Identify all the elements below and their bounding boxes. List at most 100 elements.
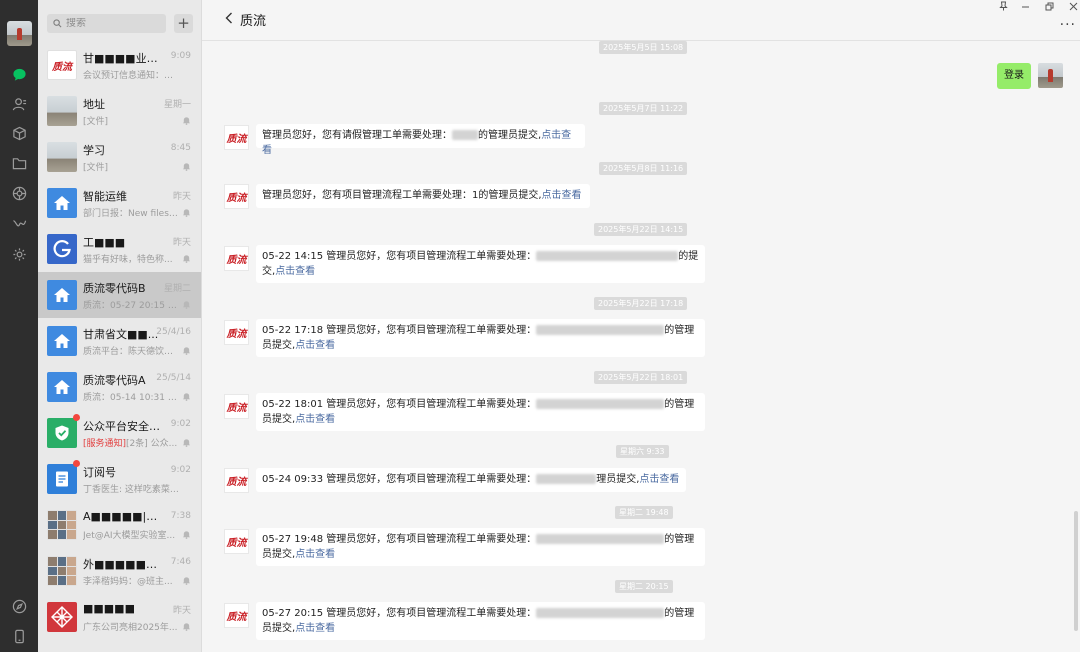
message-text: 员提交, — [262, 340, 296, 351]
session-name: ■■■■■ — [83, 602, 135, 615]
message-text: 的管理员提交, — [478, 130, 542, 141]
view-link[interactable]: 点击查看 — [295, 549, 335, 560]
discover-icon[interactable] — [11, 598, 27, 614]
session-avatar — [47, 464, 77, 494]
restore-icon[interactable] — [1042, 0, 1056, 12]
more-options-button[interactable]: ··· — [1060, 17, 1076, 33]
message-bubble[interactable]: 管理员您好，您有项目管理流程工单需要处理：1的管理员提交,点击查看 — [256, 184, 590, 208]
message-text: 的管理 — [664, 608, 695, 619]
mute-bell-icon — [182, 623, 191, 631]
session-preview: 会议预订信息通知：会... — [83, 71, 179, 81]
session-item-active[interactable]: 质流零代码B 星期二 质流：05-27 20:15 管... — [38, 272, 201, 318]
mute-bell-icon — [182, 439, 191, 447]
session-name: 质流零代码B — [83, 282, 146, 295]
session-item[interactable]: 工■■■ 昨天 猫乎有好味，特色称... — [38, 226, 201, 272]
session-item[interactable]: 质流零代码A 25/5/14 质流：05-14 10:31 管... — [38, 364, 201, 410]
session-time: 昨天 — [172, 192, 191, 202]
session-item[interactable]: 订阅号 9:02 丁香医生: 这样吃素菜,... — [38, 456, 201, 502]
sender-avatar[interactable]: 质流 — [224, 394, 249, 419]
sender-avatar[interactable]: 质流 — [224, 320, 249, 345]
view-link[interactable]: 点击查看 — [639, 474, 679, 485]
session-name: A■■■■■|■... — [83, 510, 163, 523]
add-button[interactable]: + — [174, 14, 193, 33]
close-icon[interactable] — [1066, 0, 1080, 12]
favorites-icon[interactable] — [11, 125, 27, 141]
timestamp: 星期二 20:15 — [615, 580, 673, 593]
session-avatar — [47, 188, 77, 218]
minimize-icon[interactable] — [1018, 0, 1032, 12]
message-bubble[interactable]: 管理员您好，您有请假管理工单需要处理： 的管理员提交,点击查看 — [256, 124, 585, 156]
redacted-text — [536, 399, 665, 409]
session-name: 工■■■ — [83, 236, 126, 249]
sender-avatar[interactable]: 质流 — [224, 529, 249, 554]
session-time: 星期一 — [163, 100, 191, 110]
my-avatar[interactable] — [7, 21, 32, 46]
session-preview: 质流：05-27 20:15 管... — [83, 301, 179, 311]
session-name: 质流零代码A — [83, 374, 146, 387]
sender-avatar[interactable]: 质流 — [224, 468, 249, 493]
redacted-text — [452, 130, 478, 140]
chat-icon[interactable] — [11, 66, 27, 82]
scrollbar[interactable] — [1074, 511, 1078, 631]
session-avatar — [47, 372, 77, 402]
session-time: 25/4/16 — [156, 327, 191, 337]
mute-bell-icon — [182, 301, 191, 309]
session-time: 星期二 — [163, 284, 191, 294]
pin-icon[interactable] — [996, 0, 1010, 12]
session-time: 7:38 — [170, 511, 191, 521]
session-item[interactable]: ■■■■■ 昨天 广东公司亮相2025年... — [38, 594, 201, 640]
message-bubble[interactable]: 05-27 19:48 管理员您好，您有项目管理流程工单需要处理： 的管理 员提交,… — [256, 528, 705, 566]
message-text: 05-22 17:18 管理员您好，您有项目管理流程工单需要处理： — [262, 325, 537, 336]
group-avatar — [47, 556, 77, 586]
session-time: 25/5/14 — [156, 373, 191, 383]
session-time: 8:45 — [170, 143, 191, 153]
message-bubble[interactable]: 05-22 17:18 管理员您好，您有项目管理流程工单需要处理： 的管理 员提交,… — [256, 319, 705, 357]
search-input[interactable] — [66, 18, 166, 29]
session-item[interactable]: 学习 8:45 [文件] — [38, 134, 201, 180]
sender-avatar[interactable]: 质流 — [224, 603, 249, 628]
unread-dot — [73, 460, 80, 467]
message-area: 2025年5月5日 15:08 登录 2025年5月7日 11:22 质流 管理… — [202, 41, 1080, 652]
message-bubble[interactable]: 05-24 09:33 管理员您好，您有项目管理流程工单需要处理： 理员提交,点击… — [256, 468, 686, 492]
sender-avatar[interactable]: 质流 — [224, 246, 249, 271]
session-item[interactable]: 甘肃省文■■... 25/4/16 质流平台：陈天德饮料... — [38, 318, 201, 364]
chat-title: 质流 — [240, 14, 267, 29]
session-name: 甘肃省文■■... — [83, 328, 159, 341]
session-preview: 李泽楷妈妈：@班主... — [83, 577, 173, 587]
session-time: 9:02 — [170, 465, 191, 475]
session-item[interactable]: 地址 星期一 [文件] — [38, 88, 201, 134]
message-bubble[interactable]: 05-22 18:01 管理员您好，您有项目管理流程工单需要处理： 的管理 员提交,… — [256, 393, 705, 431]
search-box[interactable] — [47, 14, 166, 33]
channels-icon[interactable] — [11, 216, 27, 232]
session-name: 地址 — [83, 98, 105, 111]
view-link[interactable]: 点击查看 — [295, 623, 335, 634]
timestamp: 2025年5月22日 17:18 — [594, 297, 688, 310]
view-link[interactable]: 点击查看 — [295, 340, 335, 351]
session-preview: 质流平台：陈天德饮料... — [83, 347, 179, 357]
message-text: 05-22 18:01 管理员您好，您有项目管理流程工单需要处理： — [262, 399, 537, 410]
back-arrow-icon[interactable] — [224, 11, 234, 25]
view-link[interactable]: 点击查看 — [295, 414, 335, 425]
session-item[interactable]: 外■■■■■■... 7:46 李泽楷妈妈：@班主... — [38, 548, 201, 594]
sender-avatar[interactable]: 质流 — [224, 125, 249, 150]
message-bubble[interactable]: 05-27 20:15 管理员您好，您有项目管理流程工单需要处理： 的管理员提交,… — [256, 602, 705, 640]
session-item[interactable]: 质流 甘■■■■业服... 9:09 会议预订信息通知：会... — [38, 42, 201, 88]
phone-icon[interactable] — [11, 628, 27, 644]
contacts-icon[interactable] — [11, 96, 27, 112]
my-message-bubble[interactable]: 登录 — [997, 63, 1031, 89]
sender-avatar[interactable]: 质流 — [224, 184, 249, 209]
session-item[interactable]: A■■■■■|■... 7:38 Jet@AI大模型实验室... — [38, 502, 201, 548]
mini-programs-icon[interactable] — [11, 246, 27, 262]
message-text: 员提交, — [262, 623, 296, 634]
message-text: 05-27 19:48 管理员您好，您有项目管理流程工单需要处理： — [262, 534, 537, 545]
view-link[interactable]: 点击查看 — [275, 266, 315, 277]
message-text: 05-27 20:15 管理员您好，您有项目管理流程工单需要处理： — [262, 608, 537, 619]
message-bubble[interactable]: 05-22 14:15 管理员您好，您有项目管理流程工单需要处理： 的提 交,点击查… — [256, 245, 705, 283]
folder-icon[interactable] — [11, 155, 27, 171]
moments-icon[interactable] — [11, 185, 27, 201]
session-preview: 部门日报：New files: 2... — [83, 209, 179, 219]
session-avatar — [47, 142, 77, 172]
session-item[interactable]: 公众平台安全助手 9:02 [服务通知][2条] 公众... — [38, 410, 201, 456]
session-item[interactable]: 智能运维 昨天 部门日报：New files: 2... — [38, 180, 201, 226]
view-link[interactable]: 点击查看 — [542, 190, 582, 201]
